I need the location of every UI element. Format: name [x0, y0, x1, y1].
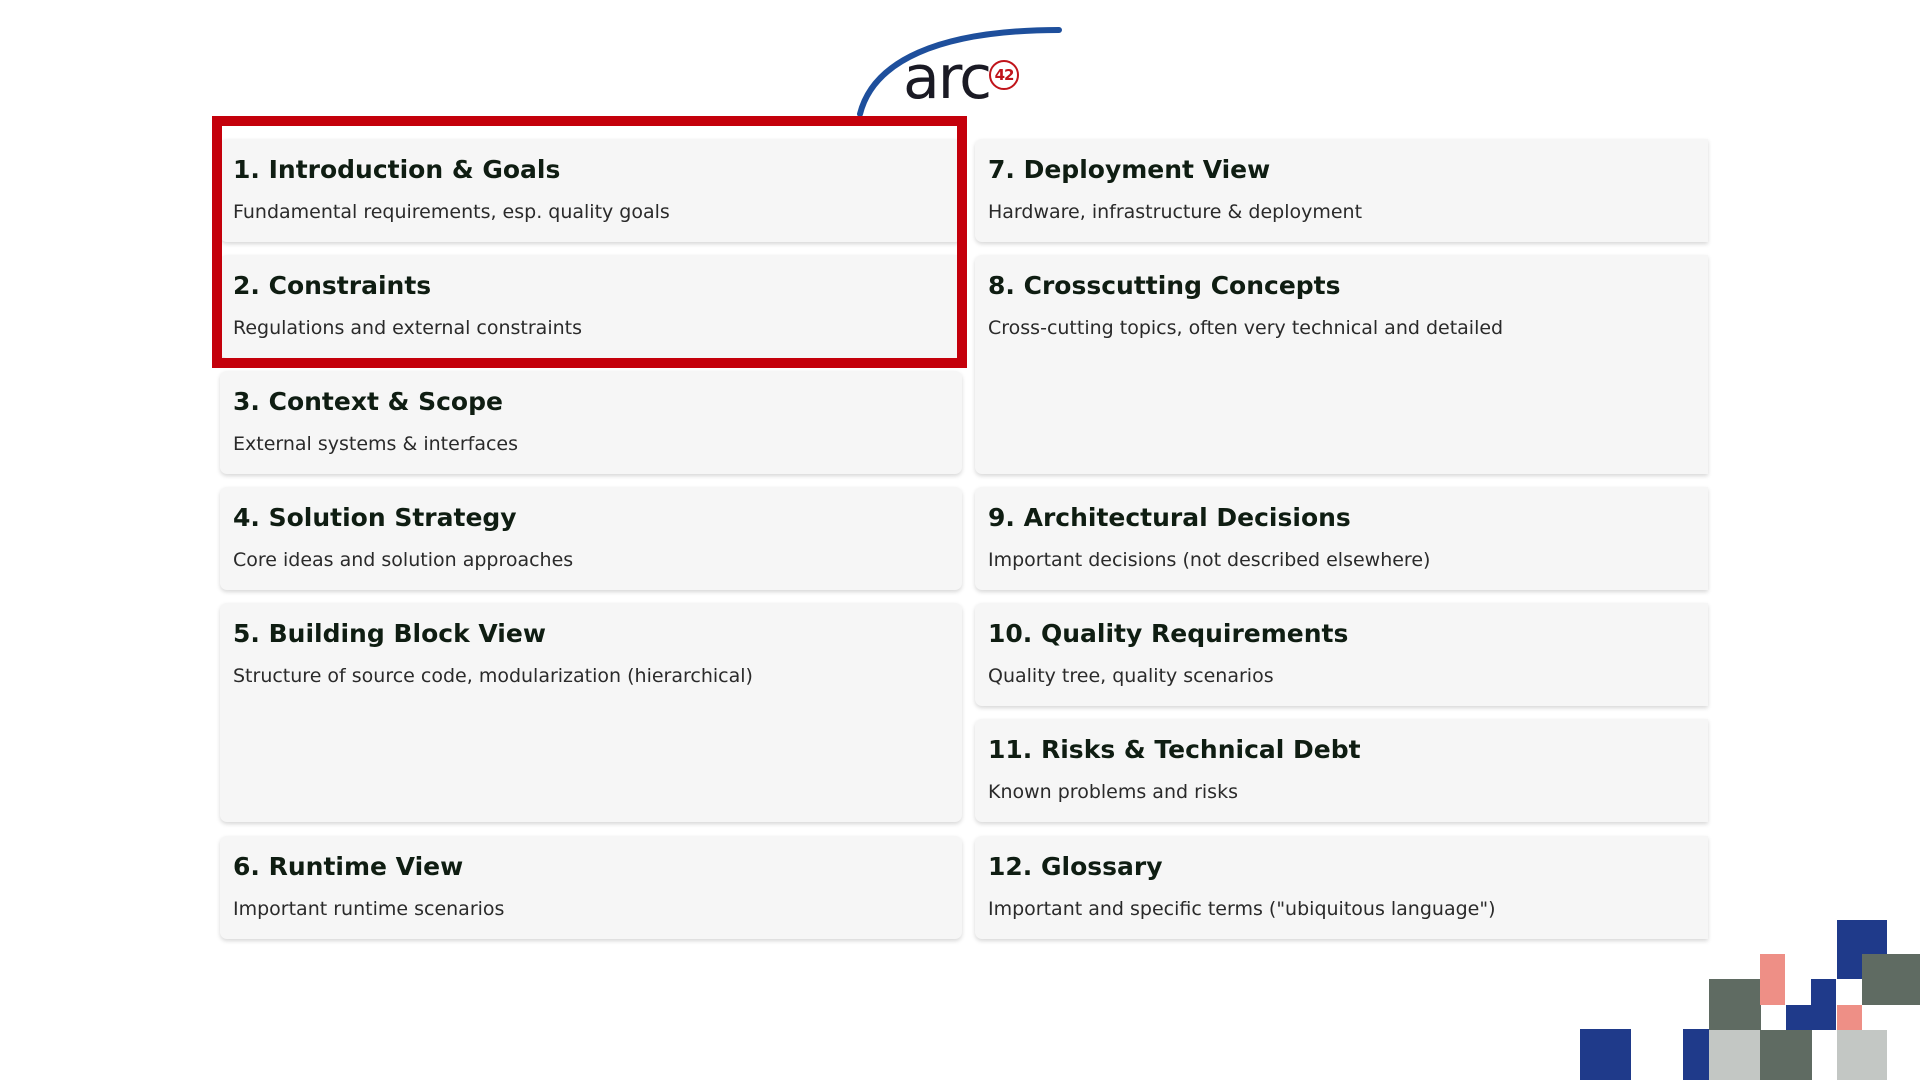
- section-card-5[interactable]: 5. Building Block View Structure of sour…: [220, 603, 962, 822]
- section-card-11[interactable]: 11. Risks & Technical Debt Known problem…: [975, 719, 1708, 822]
- section-card-4[interactable]: 4. Solution Strategy Core ideas and solu…: [220, 487, 962, 590]
- section-description: Important and specific terms ("ubiquitou…: [988, 898, 1496, 920]
- section-description: Cross-cutting topics, often very technic…: [988, 317, 1504, 339]
- section-title: 4. Solution Strategy: [233, 503, 517, 532]
- logo-badge: 42: [989, 60, 1019, 90]
- mosaic-tile: [1837, 1005, 1862, 1030]
- section-card-8[interactable]: 8. Crosscutting Concepts Cross-cutting t…: [975, 255, 1708, 474]
- section-title: 12. Glossary: [988, 852, 1163, 881]
- section-title: 9. Architectural Decisions: [988, 503, 1351, 532]
- section-description: Known problems and risks: [988, 781, 1238, 803]
- section-description: Important decisions (not described elsew…: [988, 549, 1431, 571]
- section-card-9[interactable]: 9. Architectural Decisions Important dec…: [975, 487, 1708, 590]
- section-title: 6. Runtime View: [233, 852, 464, 881]
- logo-wordmark: arc: [903, 43, 992, 113]
- mosaic-tile: [1580, 1029, 1631, 1080]
- section-card-7[interactable]: 7. Deployment View Hardware, infrastruct…: [975, 139, 1708, 242]
- highlight-frame: [212, 116, 967, 368]
- mosaic-tile: [1862, 954, 1920, 1005]
- section-description: External systems & interfaces: [233, 433, 518, 455]
- section-title: 3. Context & Scope: [233, 387, 503, 416]
- section-card-6[interactable]: 6. Runtime View Important runtime scenar…: [220, 836, 962, 939]
- section-title: 5. Building Block View: [233, 619, 546, 648]
- section-title: 7. Deployment View: [988, 155, 1271, 184]
- mosaic-tile: [1811, 979, 1836, 1005]
- section-description: Important runtime scenarios: [233, 898, 505, 920]
- section-title: 11. Risks & Technical Debt: [988, 735, 1361, 764]
- section-card-10[interactable]: 10. Quality Requirements Quality tree, q…: [975, 603, 1708, 706]
- mosaic-tile: [1683, 1029, 1709, 1080]
- section-description: Hardware, infrastructure & deployment: [988, 201, 1363, 223]
- mosaic-tile: [1837, 1030, 1887, 1080]
- mosaic-tile: [1760, 954, 1785, 1005]
- arc42-logo: arc 42: [855, 26, 1065, 118]
- section-description: Structure of source code, modularization…: [233, 665, 753, 687]
- decorative-pixel-mosaic: [1580, 920, 1920, 1080]
- mosaic-tile: [1709, 1030, 1760, 1080]
- section-title: 10. Quality Requirements: [988, 619, 1349, 648]
- mosaic-tile: [1837, 971, 1862, 979]
- mosaic-tile: [1709, 979, 1761, 1030]
- section-description: Core ideas and solution approaches: [233, 549, 574, 571]
- section-description: Quality tree, quality scenarios: [988, 665, 1274, 687]
- section-title: 8. Crosscutting Concepts: [988, 271, 1341, 300]
- mosaic-tile: [1786, 1005, 1836, 1030]
- mosaic-tile: [1760, 1030, 1812, 1080]
- section-card-3[interactable]: 3. Context & Scope External systems & in…: [220, 371, 962, 474]
